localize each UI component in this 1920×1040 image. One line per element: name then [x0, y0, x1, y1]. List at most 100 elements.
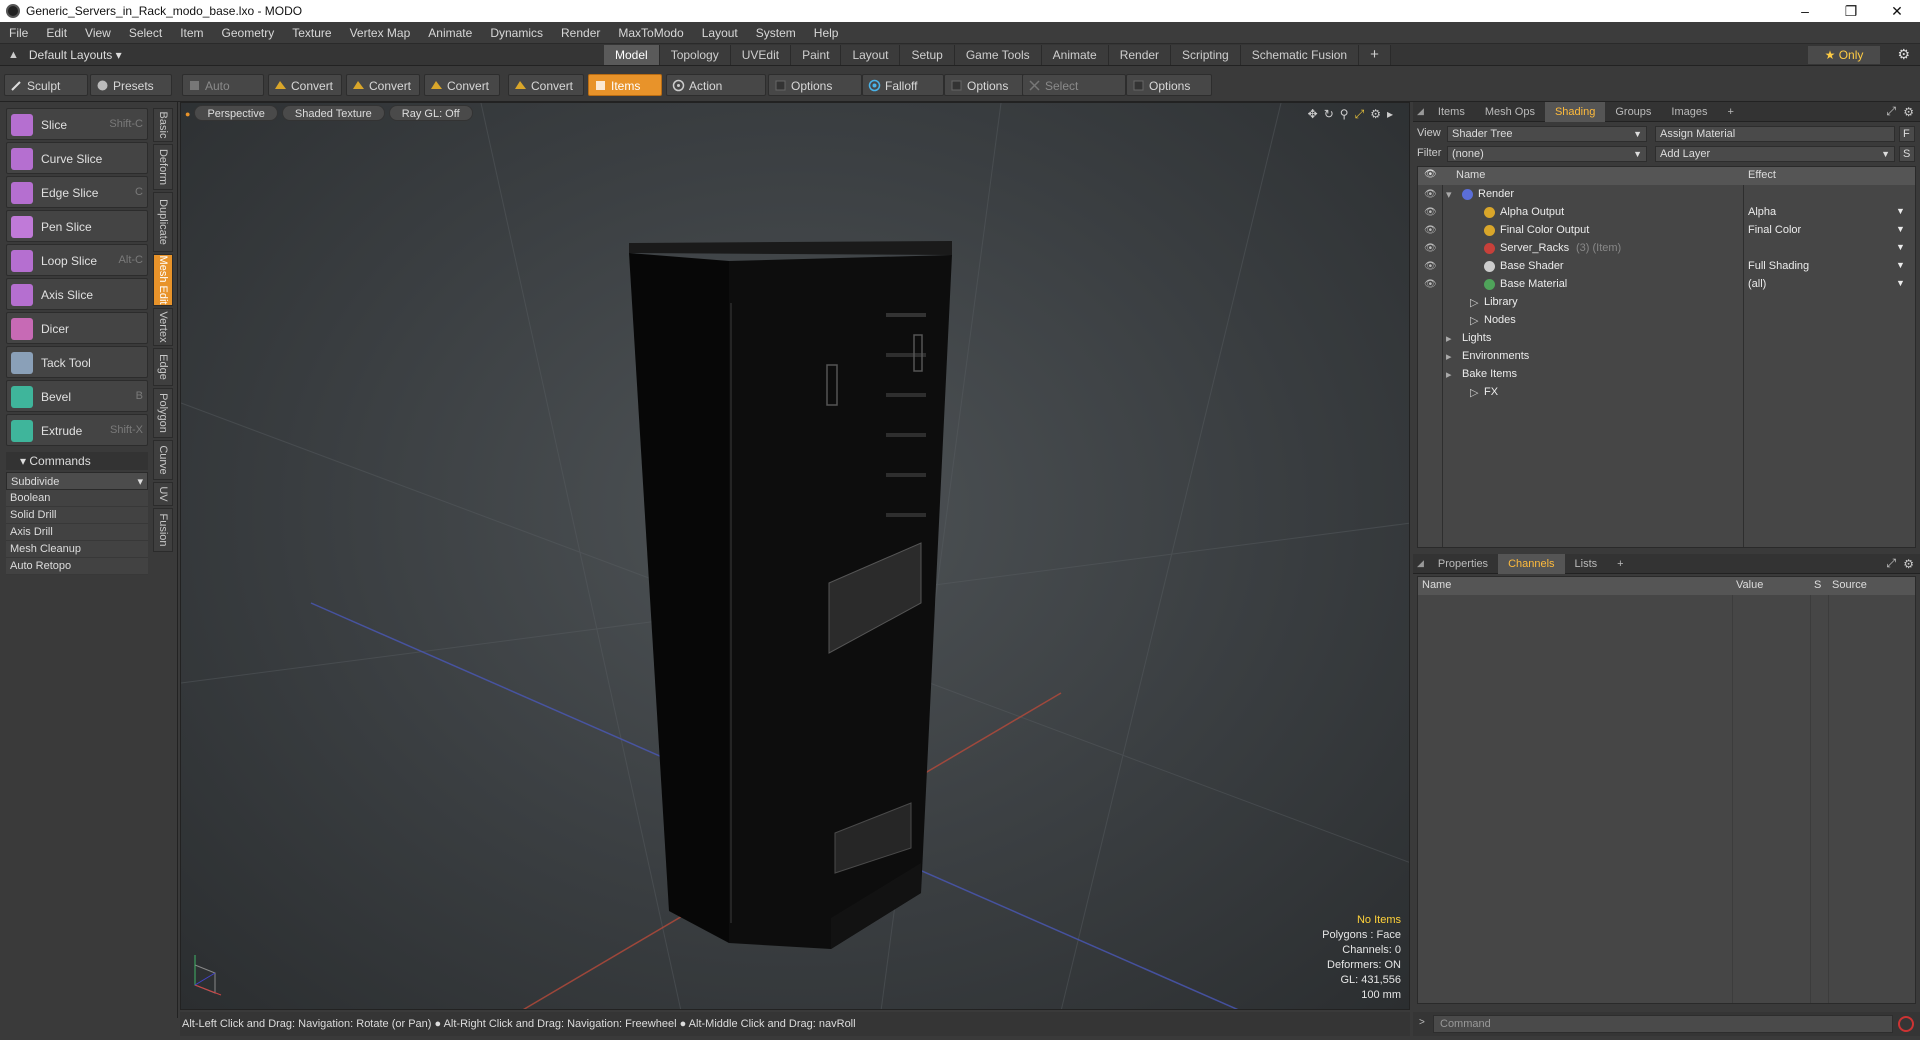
- auto-select-button[interactable]: Auto Select: [182, 74, 264, 115]
- auto-retopo-command[interactable]: Auto Retopo: [6, 558, 148, 575]
- effect-dropdown-arrow-icon[interactable]: ▼: [1896, 206, 1905, 216]
- tab-setup[interactable]: Setup: [900, 45, 955, 65]
- boolean-command[interactable]: Boolean: [6, 490, 148, 507]
- channel-value-header[interactable]: Value: [1736, 579, 1763, 591]
- axis-drill-command[interactable]: Axis Drill: [6, 524, 148, 541]
- menu-item[interactable]: Item: [171, 26, 212, 40]
- collapse-arrow-icon[interactable]: ▾: [1446, 188, 1452, 201]
- edge-slice-tool-button[interactable]: Edge Slice C: [6, 176, 148, 208]
- layout-expand-icon[interactable]: ▲: [8, 49, 19, 61]
- menu-geometry[interactable]: Geometry: [213, 26, 284, 40]
- rotate-icon[interactable]: ↻: [1324, 107, 1334, 122]
- vtab-vertex[interactable]: Vertex: [153, 308, 173, 346]
- panel-expand-icon[interactable]: ⤢: [1886, 104, 1896, 119]
- zoom-icon[interactable]: ⚲: [1340, 107, 1349, 122]
- tab-game-tools[interactable]: Game Tools: [954, 45, 1042, 65]
- tab-items[interactable]: Items: [1428, 102, 1475, 122]
- vtab-deform[interactable]: Deform: [153, 144, 173, 190]
- tab-groups[interactable]: Groups: [1605, 102, 1661, 122]
- panel-expand-icon[interactable]: ⤢: [1886, 556, 1896, 571]
- mesh-cleanup-command[interactable]: Mesh Cleanup: [6, 541, 148, 558]
- subdivide-dropdown[interactable]: Subdivide ▾: [6, 472, 148, 490]
- shading-mode-button[interactable]: Shaded Texture: [281, 105, 385, 121]
- convert-button-3[interactable]: Convert: [424, 74, 500, 96]
- menu-help[interactable]: Help: [805, 26, 848, 40]
- sculpt-button[interactable]: Sculpt: [4, 74, 88, 96]
- channel-s-header[interactable]: S: [1814, 579, 1821, 591]
- tab-scripting[interactable]: Scripting: [1171, 45, 1241, 65]
- menu-maxtomodo[interactable]: MaxToModo: [609, 26, 692, 40]
- bevel-tool-button[interactable]: Bevel B: [6, 380, 148, 412]
- expand-arrow-icon[interactable]: ▸: [1446, 332, 1452, 345]
- tab-lists[interactable]: Lists: [1565, 554, 1608, 574]
- tab-model[interactable]: Model: [604, 45, 660, 65]
- tab-animate[interactable]: Animate: [1041, 45, 1109, 65]
- convert-button-2[interactable]: Convert: [346, 74, 420, 96]
- viewport-gear-icon[interactable]: ⚙: [1370, 107, 1381, 122]
- shader-tree-row[interactable]: 👁 Server_Racks (3) (Item) ▼: [1418, 240, 1915, 258]
- visibility-eye-icon[interactable]: 👁: [1424, 189, 1437, 201]
- view-type-button[interactable]: Perspective: [194, 105, 278, 121]
- shader-tree-row[interactable]: 👁 Alpha Output Alpha ▼: [1418, 204, 1915, 222]
- extrude-tool-button[interactable]: Extrude Shift-X: [6, 414, 148, 446]
- view-dropdown[interactable]: Shader Tree ▼: [1447, 126, 1647, 142]
- menu-edit[interactable]: Edit: [37, 26, 76, 40]
- options-button-2[interactable]: Options: [944, 74, 1026, 96]
- expand-arrow-icon[interactable]: ▸: [1446, 368, 1452, 381]
- menu-dynamics[interactable]: Dynamics: [481, 26, 552, 40]
- vtab-basic[interactable]: Basic: [153, 108, 173, 142]
- commands-header[interactable]: ▾ Commands: [6, 452, 148, 470]
- tab-shading[interactable]: Shading: [1544, 101, 1606, 122]
- name-col-header[interactable]: Name: [1456, 169, 1485, 181]
- menu-system[interactable]: System: [747, 26, 805, 40]
- options-button-3[interactable]: Options: [1126, 74, 1212, 96]
- add-tab-button[interactable]: +: [1359, 45, 1391, 65]
- dicer-tool-button[interactable]: Dicer: [6, 312, 148, 344]
- tab-properties[interactable]: Properties: [1428, 554, 1498, 574]
- tab-topology[interactable]: Topology: [659, 45, 731, 65]
- visibility-eye-icon[interactable]: 👁: [1424, 207, 1437, 219]
- pen-slice-tool-button[interactable]: Pen Slice: [6, 210, 148, 242]
- presets-button[interactable]: Presets F6: [90, 74, 172, 115]
- menu-render[interactable]: Render: [552, 26, 609, 40]
- shader-tree-row[interactable]: ▷ FX: [1418, 384, 1915, 402]
- vtab-edge[interactable]: Edge: [153, 348, 173, 386]
- shader-tree-row[interactable]: 👁 ▾ Render: [1418, 186, 1915, 204]
- panel-menu-icon[interactable]: ◢: [1413, 558, 1428, 569]
- loop-slice-tool-button[interactable]: Loop Slice Alt-C: [6, 244, 148, 276]
- falloff-button[interactable]: Falloff: [862, 74, 944, 96]
- visibility-eye-icon[interactable]: 👁: [1424, 225, 1437, 237]
- shader-tree-row[interactable]: ▸ Lights: [1418, 330, 1915, 348]
- slice-tool-button[interactable]: Slice Shift-C: [6, 108, 148, 140]
- tab-mesh-ops[interactable]: Mesh Ops: [1475, 102, 1545, 122]
- add-layer-key[interactable]: S: [1899, 146, 1915, 162]
- assign-material-button[interactable]: Assign Material: [1655, 126, 1895, 142]
- menu-view[interactable]: View: [76, 26, 120, 40]
- ray-gl-button[interactable]: Ray GL: Off: [388, 105, 473, 121]
- channel-name-header[interactable]: Name: [1422, 579, 1451, 591]
- restore-icon[interactable]: ❐: [1828, 3, 1874, 20]
- action-center-button[interactable]: Action Center: [666, 74, 766, 115]
- menu-select[interactable]: Select: [120, 26, 171, 40]
- expand-arrow-icon[interactable]: ▸: [1387, 107, 1393, 122]
- panel-gear-icon[interactable]: ⚙: [1903, 105, 1914, 119]
- pan-icon[interactable]: ✥: [1308, 107, 1318, 122]
- add-panel-tab-button[interactable]: +: [1607, 554, 1633, 574]
- add-panel-tab-button[interactable]: +: [1718, 102, 1744, 122]
- convert-button-4[interactable]: Convert: [508, 74, 584, 96]
- tack-tool-tool-button[interactable]: Tack Tool: [6, 346, 148, 378]
- vtab-mesh-edit[interactable]: Mesh Edit: [153, 254, 173, 306]
- vtab-curve[interactable]: Curve: [153, 440, 173, 480]
- filter-dropdown[interactable]: (none) ▼: [1447, 146, 1647, 162]
- select-through-button[interactable]: Select Through: [1022, 74, 1126, 115]
- channels-table[interactable]: Name Value S Source: [1417, 576, 1916, 1004]
- layout-preset-dropdown[interactable]: Default Layouts ▾: [29, 48, 122, 62]
- shader-tree-row[interactable]: ▷ Nodes: [1418, 312, 1915, 330]
- menu-animate[interactable]: Animate: [419, 26, 481, 40]
- tab-images[interactable]: Images: [1661, 102, 1717, 122]
- panel-menu-icon[interactable]: ◢: [1413, 106, 1428, 117]
- shader-tree-row[interactable]: ▸ Environments: [1418, 348, 1915, 366]
- effect-dropdown[interactable]: Full Shading: [1748, 260, 1809, 272]
- effect-dropdown[interactable]: Alpha: [1748, 206, 1776, 218]
- tab-uvedit[interactable]: UVEdit: [730, 45, 792, 65]
